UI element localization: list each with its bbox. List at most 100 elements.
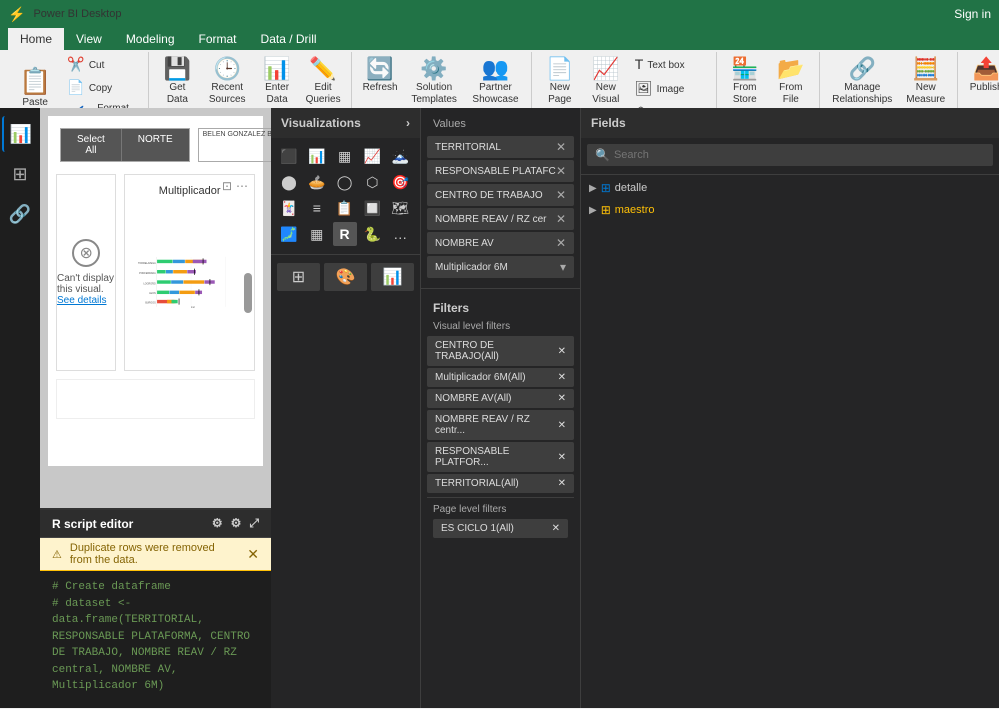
field-tree-maestro[interactable]: ▶ ⊞ maestro [581, 199, 999, 221]
value-remove-2[interactable]: ✕ [556, 188, 566, 202]
viz-bar-chart-icon[interactable]: 📊 [305, 144, 329, 168]
see-details-link[interactable]: See details [57, 295, 106, 306]
viz-kpi-icon[interactable]: 📋 [333, 196, 357, 220]
viz-donut-icon[interactable]: ◯ [333, 170, 357, 194]
partner-showcase-icon: 👥 [482, 58, 509, 80]
from-file-button[interactable]: 📂 From File [769, 54, 813, 110]
text-box-button[interactable]: T Text box [630, 54, 710, 76]
table-icon-detalle: ⊞ [601, 181, 611, 195]
enter-data-button[interactable]: 📊 Enter Data [255, 54, 299, 110]
viz-funnel-icon[interactable]: ⬡ [360, 170, 384, 194]
viz-python-icon[interactable]: 🐍 [360, 222, 384, 246]
value-remove-0[interactable]: ✕ [556, 140, 566, 154]
filter-remove-1[interactable]: ✕ [558, 372, 566, 383]
cut-button[interactable]: ✂️ Cut [62, 54, 142, 76]
filter-remove-0[interactable]: ✕ [558, 346, 566, 357]
viz-treemap-icon[interactable]: ▦ [305, 222, 329, 246]
value-remove-3[interactable]: ✕ [556, 212, 566, 226]
viz-area-chart-icon[interactable]: 🗻 [388, 144, 412, 168]
person-0[interactable]: BELÉN GONZALEZ BELTRAN [203, 131, 271, 140]
viz-fields-tab[interactable]: ⊞ [277, 263, 320, 291]
editor-settings-icon[interactable]: ⚙ [212, 516, 223, 531]
manage-relationships-button[interactable]: 🔗 Manage Relationships [826, 54, 899, 110]
warning-close-button[interactable]: ✕ [247, 546, 259, 563]
svg-text:LEON: LEON [150, 292, 157, 295]
enter-data-icon: 📊 [263, 58, 290, 80]
viz-table-icon[interactable]: ⬛ [277, 144, 301, 168]
editor-expand-icon[interactable]: ⤢ [249, 516, 259, 531]
viz-panel-expand[interactable]: › [406, 116, 410, 130]
filter-item-4[interactable]: RESPONSABLE PLATFOR... ✕ [427, 442, 574, 472]
viz-map-icon[interactable]: 🗺 [388, 196, 412, 220]
chart-scrollbar[interactable] [244, 273, 252, 313]
viz-filled-map-icon[interactable]: 🗾 [277, 222, 301, 246]
viz-format-tab[interactable]: 🎨 [324, 263, 367, 291]
tab-view[interactable]: View [64, 28, 114, 50]
chart-expand-icon[interactable]: ⊡ [222, 179, 232, 193]
copy-button[interactable]: 📄 Copy [62, 77, 142, 99]
filters-section: Filters Visual level filters CENTRO DE T… [421, 291, 580, 546]
viz-stacked-bar-icon[interactable]: ▦ [333, 144, 357, 168]
value-item-5[interactable]: Multiplicador 6M ▾ [427, 256, 574, 278]
solution-templates-button[interactable]: ⚙️ Solution Templates [404, 54, 464, 110]
sign-in-button[interactable]: Sign in [954, 7, 991, 21]
filter-item-0[interactable]: CENTRO DE TRABAJO(All) ✕ [427, 336, 574, 366]
value-item-1[interactable]: RESPONSABLE PLATAFC ✕ [427, 160, 574, 182]
search-input[interactable] [614, 149, 985, 161]
publish-button[interactable]: 📤 Publish [964, 54, 999, 98]
filter-item-5[interactable]: TERRITORIAL(All) ✕ [427, 474, 574, 493]
viz-slicer-icon[interactable]: 🔲 [360, 196, 384, 220]
expand-icon: ▶ [589, 183, 597, 194]
value-item-0[interactable]: TERRITORIAL ✕ [427, 136, 574, 158]
viz-r-icon[interactable]: R [333, 222, 357, 246]
viz-scatter-icon[interactable]: ⬤ [277, 170, 301, 194]
page-filter-remove-0[interactable]: ✕ [552, 523, 560, 534]
tab-data-drill[interactable]: Data / Drill [249, 28, 329, 50]
filter-remove-3[interactable]: ✕ [558, 420, 566, 431]
value-remove-4[interactable]: ✕ [556, 236, 566, 250]
svg-text:mul: mul [191, 306, 195, 309]
filter-remove-2[interactable]: ✕ [558, 393, 566, 404]
viz-more-icon[interactable]: … [388, 222, 412, 246]
refresh-button[interactable]: 🔄 Refresh [358, 54, 402, 98]
viz-analytics-tab[interactable]: 📊 [371, 263, 414, 291]
chart-more-icon[interactable]: ⋯ [236, 179, 248, 193]
editor-gear-icon[interactable]: ⚙ [231, 516, 242, 531]
partner-showcase-button[interactable]: 👥 Partner Showcase [466, 54, 525, 110]
norte-slicer[interactable]: NORTE [121, 129, 189, 161]
field-tree-detalle[interactable]: ▶ ⊞ detalle [581, 177, 999, 199]
filter-remove-4[interactable]: ✕ [558, 452, 566, 463]
top-bar: ⚡ Power BI Desktop Sign in [0, 0, 999, 28]
value-remove-5[interactable]: ▾ [560, 260, 566, 274]
select-all-slicer[interactable]: Select All [61, 129, 121, 161]
viz-line-chart-icon[interactable]: 📈 [360, 144, 384, 168]
value-remove-1[interactable]: ✕ [556, 164, 566, 178]
image-button[interactable]: 🖼 Image [630, 78, 710, 100]
data-view-icon[interactable]: ⊞ [2, 156, 38, 192]
page-filter-0[interactable]: ES CICLO 1(All) ✕ [433, 519, 568, 538]
tab-modeling[interactable]: Modeling [114, 28, 187, 50]
main-canvas: Select All NORTE BELÉN GONZALEZ BELTRAN … [40, 108, 271, 508]
manage-relationships-label: Manage Relationships [832, 82, 893, 106]
viz-pie-icon[interactable]: 🥧 [305, 170, 329, 194]
value-item-3[interactable]: NOMBRE REAV / RZ cer ✕ [427, 208, 574, 230]
new-visual-button[interactable]: 📈 New Visual [584, 54, 628, 110]
fields-search-box[interactable]: 🔍 [587, 144, 993, 166]
solution-templates-label: Solution Templates [410, 82, 458, 106]
value-item-4[interactable]: NOMBRE AV ✕ [427, 232, 574, 254]
tab-home[interactable]: Home [8, 28, 64, 50]
new-measure-button[interactable]: 🧮 New Measure [901, 54, 951, 110]
filter-remove-5[interactable]: ✕ [558, 478, 566, 489]
filter-item-3[interactable]: NOMBRE REAV / RZ centr... ✕ [427, 410, 574, 440]
viz-multi-row-icon[interactable]: ≡ [305, 196, 329, 220]
from-store-button[interactable]: 🏪 From Store [723, 54, 767, 110]
canvas-page: Select All NORTE BELÉN GONZALEZ BELTRAN … [48, 116, 263, 466]
report-view-icon[interactable]: 📊 [2, 116, 38, 152]
filter-item-2[interactable]: NOMBRE AV(All) ✕ [427, 389, 574, 408]
filter-item-1[interactable]: Multiplicador 6M(All) ✕ [427, 368, 574, 387]
relationships-view-icon[interactable]: 🔗 [2, 196, 38, 232]
value-item-2[interactable]: CENTRO DE TRABAJO ✕ [427, 184, 574, 206]
tab-format[interactable]: Format [187, 28, 249, 50]
viz-gauge-icon[interactable]: 🎯 [388, 170, 412, 194]
viz-card-icon[interactable]: 🃏 [277, 196, 301, 220]
